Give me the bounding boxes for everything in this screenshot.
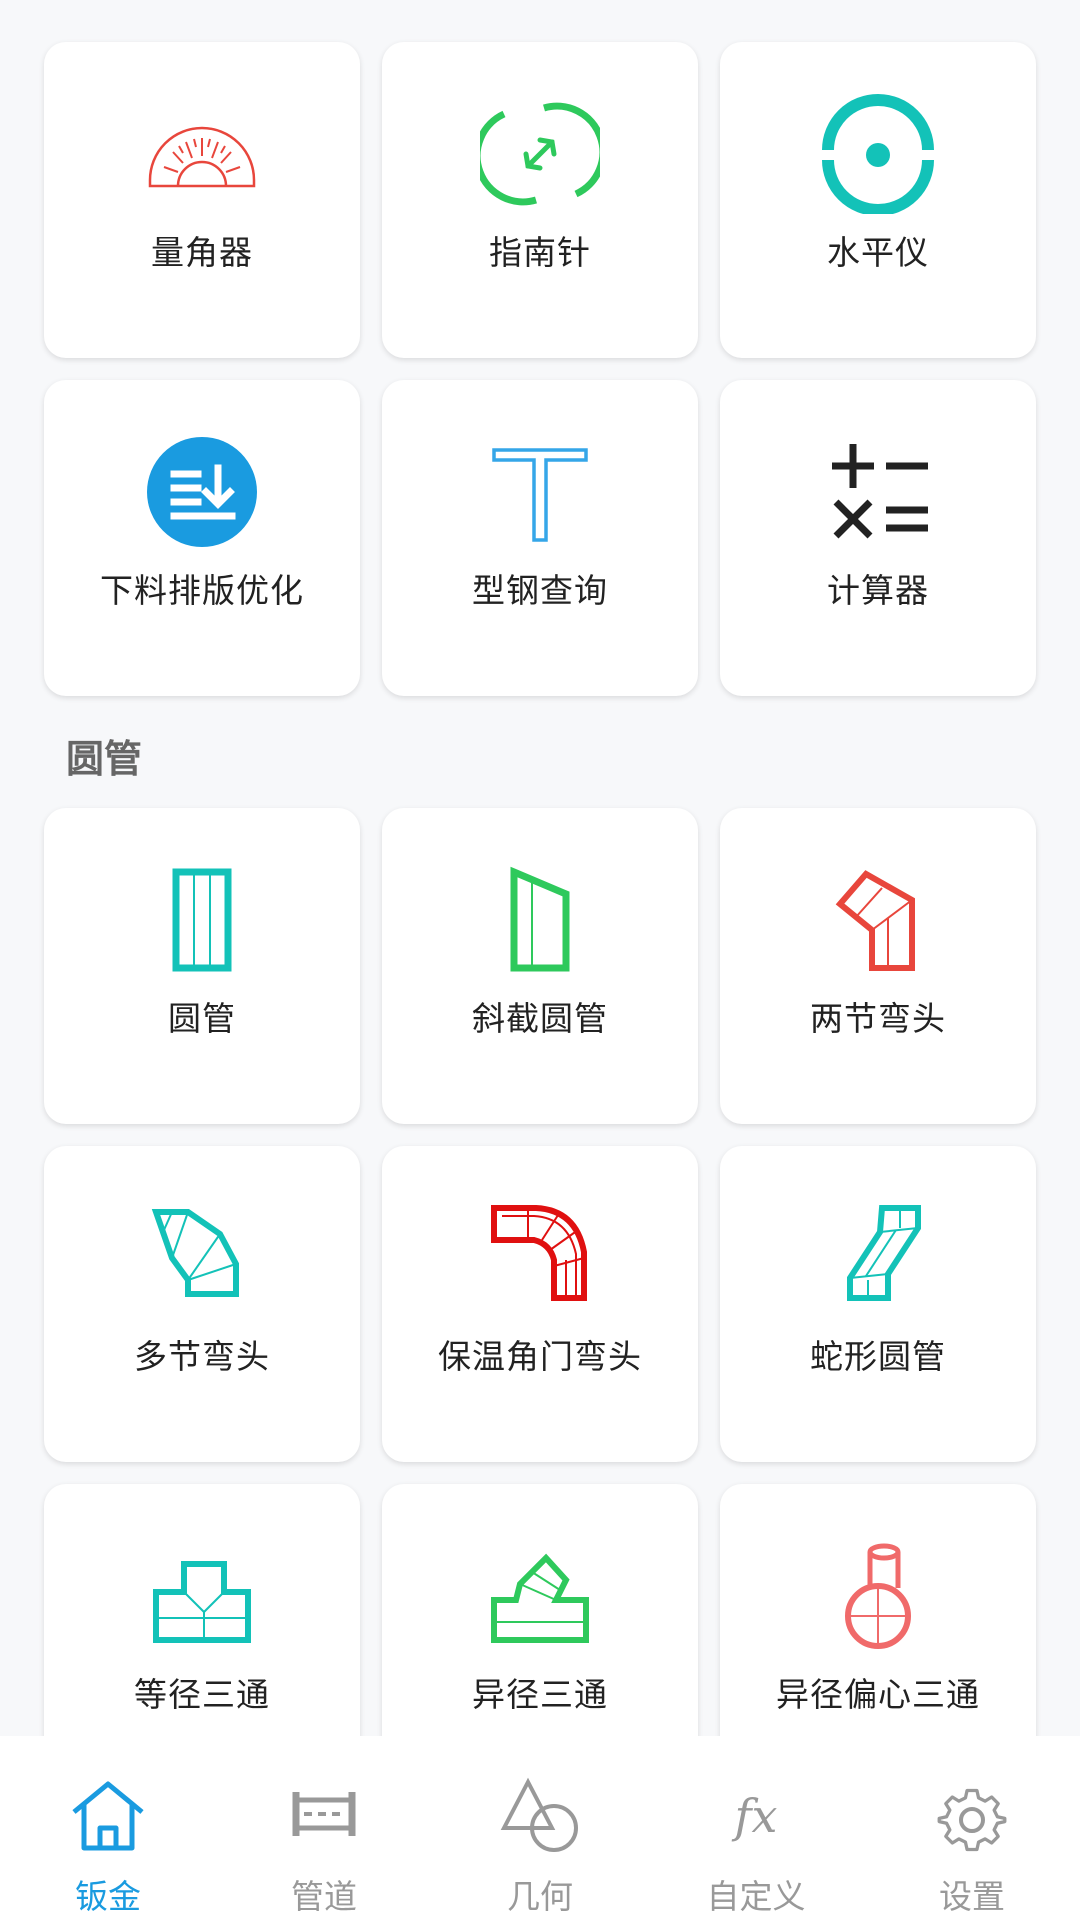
svg-text:fx: fx xyxy=(732,1789,778,1843)
protractor-icon xyxy=(142,94,262,214)
tool-label: 下料排版优化 xyxy=(100,571,304,610)
pipe-card-round-pipe[interactable]: 圆管 xyxy=(44,808,360,1124)
two-section-elbow-icon xyxy=(818,860,938,980)
multi-section-elbow-icon xyxy=(142,1198,262,1318)
eccentric-tee-icon xyxy=(818,1536,938,1656)
pipe-label: 等径三通 xyxy=(134,1675,270,1714)
pipe-card-eccentric-tee[interactable]: 异径偏心三通 xyxy=(720,1484,1036,1736)
section-title-round-pipe: 圆管 xyxy=(66,737,143,781)
tool-label: 水平仪 xyxy=(827,233,929,272)
level-icon xyxy=(818,94,938,214)
pipes-grid: 圆管 斜截圆管 两节弯头 多节弯头 保温角门弯头 蛇形圆管 等径三通 异径三通 … xyxy=(44,808,1036,1736)
tool-label: 型钢查询 xyxy=(472,571,608,610)
insulated-elbow-icon xyxy=(480,1198,600,1318)
home-icon xyxy=(68,1776,148,1856)
nav-tab-sheet-metal[interactable]: 钣金 xyxy=(0,1736,216,1920)
equal-tee-icon xyxy=(142,1536,262,1656)
tools-grid: 量角器 指南针 水平仪 下料排版优化 型钢查询 计算器 xyxy=(44,42,1036,696)
pipe-label: 多节弯头 xyxy=(134,1337,270,1376)
pipe-card-oblique-pipe[interactable]: 斜截圆管 xyxy=(382,808,698,1124)
pipe-card-snake-pipe[interactable]: 蛇形圆管 xyxy=(720,1146,1036,1462)
tool-card-steel[interactable]: 型钢查询 xyxy=(382,380,698,696)
nav-tab-geometry[interactable]: 几何 xyxy=(432,1736,648,1920)
pipe-label: 圆管 xyxy=(168,999,236,1038)
gear-icon xyxy=(932,1776,1012,1856)
nav-tab-pipeline[interactable]: 管道 xyxy=(216,1736,432,1920)
pipe-label: 保温角门弯头 xyxy=(438,1337,642,1376)
steel-profile-icon xyxy=(480,432,600,552)
tool-card-compass[interactable]: 指南针 xyxy=(382,42,698,358)
geometry-icon xyxy=(500,1776,580,1856)
reducing-tee-icon xyxy=(480,1536,600,1656)
round-pipe-icon xyxy=(142,860,262,980)
pipeline-icon xyxy=(284,1776,364,1856)
tool-card-nesting[interactable]: 下料排版优化 xyxy=(44,380,360,696)
nav-label: 设置 xyxy=(939,1877,1005,1916)
tool-card-calculator[interactable]: 计算器 xyxy=(720,380,1036,696)
nav-label: 几何 xyxy=(507,1877,573,1916)
bottom-navigation: 钣金 管道 几何 fx 自定义 设置 xyxy=(0,1736,1080,1920)
tool-label: 量角器 xyxy=(151,233,253,272)
pipe-label: 异径偏心三通 xyxy=(776,1675,980,1714)
nav-label: 自定义 xyxy=(706,1877,806,1916)
pipe-card-insulated-elbow[interactable]: 保温角门弯头 xyxy=(382,1146,698,1462)
pipe-card-two-elbow[interactable]: 两节弯头 xyxy=(720,808,1036,1124)
nav-label: 管道 xyxy=(291,1877,357,1916)
tool-card-level[interactable]: 水平仪 xyxy=(720,42,1036,358)
nav-tab-settings[interactable]: 设置 xyxy=(864,1736,1080,1920)
calculator-icon xyxy=(818,432,938,552)
snake-pipe-icon xyxy=(818,1198,938,1318)
tool-label: 计算器 xyxy=(827,571,929,610)
app-root: 量角器 指南针 水平仪 下料排版优化 型钢查询 计算器 圆管 圆管 斜截圆管 两… xyxy=(0,0,1080,1920)
pipe-label: 两节弯头 xyxy=(810,999,946,1038)
main-content: 量角器 指南针 水平仪 下料排版优化 型钢查询 计算器 圆管 圆管 斜截圆管 两… xyxy=(0,0,1080,1736)
oblique-pipe-icon xyxy=(480,860,600,980)
nesting-icon xyxy=(142,432,262,552)
nav-label: 钣金 xyxy=(75,1877,141,1916)
compass-icon xyxy=(480,94,600,214)
pipe-card-reducing-tee[interactable]: 异径三通 xyxy=(382,1484,698,1736)
pipe-card-multi-elbow[interactable]: 多节弯头 xyxy=(44,1146,360,1462)
pipe-card-equal-tee[interactable]: 等径三通 xyxy=(44,1484,360,1736)
nav-tab-custom[interactable]: fx 自定义 xyxy=(648,1736,864,1920)
tool-card-protractor[interactable]: 量角器 xyxy=(44,42,360,358)
pipe-label: 异径三通 xyxy=(472,1675,608,1714)
pipe-label: 蛇形圆管 xyxy=(810,1337,946,1376)
tool-label: 指南针 xyxy=(489,233,591,272)
function-icon: fx xyxy=(716,1776,796,1856)
pipe-label: 斜截圆管 xyxy=(472,999,608,1038)
